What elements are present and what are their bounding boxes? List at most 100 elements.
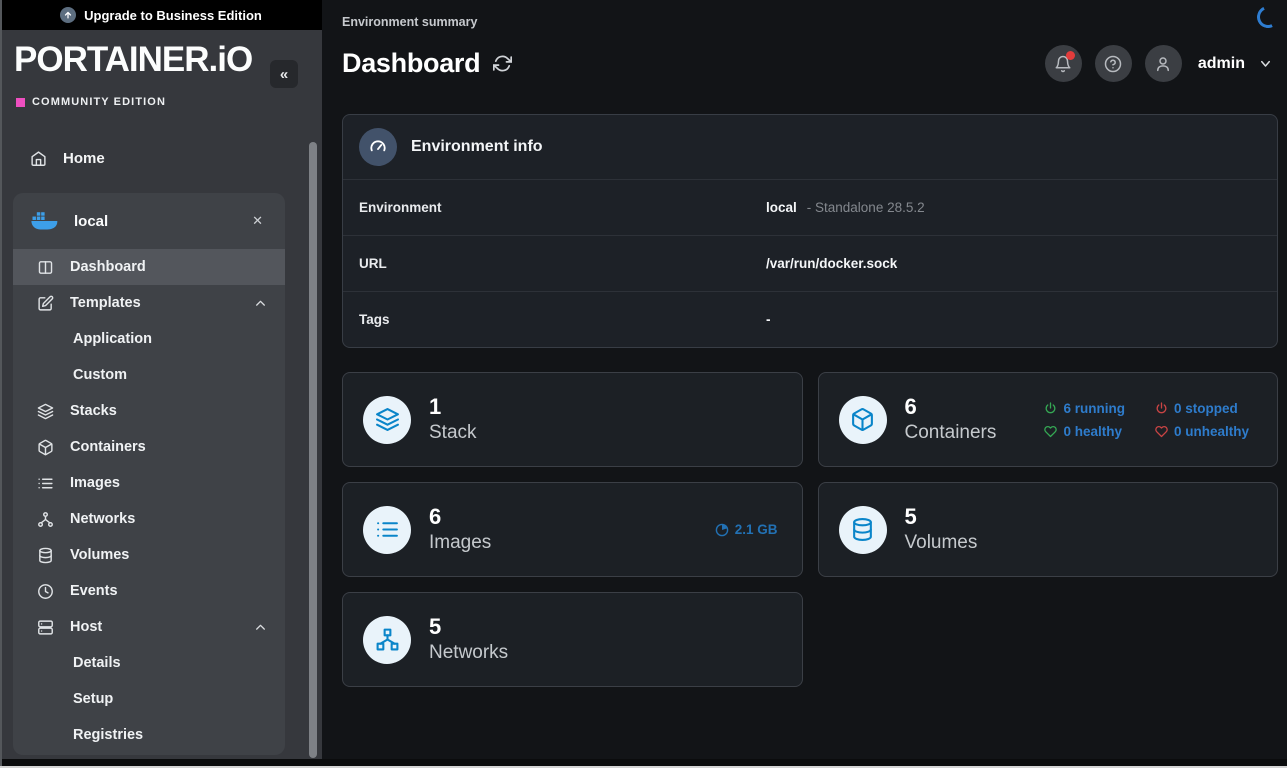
upgrade-label: Upgrade to Business Edition — [84, 8, 262, 23]
stack-card[interactable]: 1 Stack — [342, 372, 803, 467]
sidebar-item-details[interactable]: Details — [13, 645, 285, 681]
volumes-count: 5 — [905, 504, 978, 530]
notification-dot — [1066, 51, 1075, 60]
edition-badge: COMMUNITY EDITION — [16, 96, 166, 108]
breadcrumb: Environment summary — [342, 15, 477, 29]
list-icon — [363, 506, 411, 554]
upgrade-banner[interactable]: Upgrade to Business Edition — [0, 0, 322, 30]
refresh-button[interactable] — [493, 54, 512, 73]
sidebar-item-label: Application — [73, 331, 267, 347]
network-tree-icon — [363, 616, 411, 664]
running-label: 6 running — [1063, 401, 1125, 416]
sidebar-item-setup[interactable]: Setup — [13, 681, 285, 717]
info-value: - — [766, 312, 771, 327]
chevron-up-icon[interactable] — [254, 621, 267, 634]
volumes-card[interactable]: 5 Volumes — [818, 482, 1279, 577]
sidebar-item-label: Events — [70, 583, 267, 599]
sidebar-item-networks[interactable]: Networks — [13, 501, 285, 537]
layers-icon — [37, 403, 54, 420]
sidebar-collapse-button[interactable]: « — [270, 60, 298, 88]
sidebar-item-containers[interactable]: Containers — [13, 429, 285, 465]
sidebar-item-application[interactable]: Application — [13, 321, 285, 357]
sidebar: Upgrade to Business Edition PORTAINER.iO… — [0, 0, 322, 768]
database-icon — [839, 506, 887, 554]
user-menu-button[interactable] — [1145, 45, 1182, 82]
user-icon — [1154, 55, 1172, 73]
info-label: Tags — [359, 312, 766, 327]
refresh-icon — [493, 54, 512, 73]
pie-chart-icon — [715, 523, 729, 537]
sidebar-item-label: Templates — [70, 295, 238, 311]
sidebar-item-templates[interactable]: Templates — [13, 285, 285, 321]
power-icon — [1155, 402, 1168, 415]
sidebar-item-home[interactable]: Home — [0, 140, 322, 176]
heart-icon — [1044, 425, 1057, 438]
close-environment-icon[interactable]: ✕ — [248, 211, 267, 231]
networks-card[interactable]: 5 Networks — [342, 592, 803, 687]
sidebar-item-registries[interactable]: Registries — [13, 717, 285, 753]
images-count: 6 — [429, 504, 491, 530]
help-icon — [1104, 55, 1122, 73]
sidebar-item-label: Host — [70, 619, 238, 635]
sidebar-item-events[interactable]: Events — [13, 573, 285, 609]
sidebar-item-label: Stacks — [70, 403, 267, 419]
cube-icon — [839, 396, 887, 444]
notifications-button[interactable] — [1045, 45, 1082, 82]
sidebar-item-label: Dashboard — [70, 259, 267, 275]
main-content: Environment summary Dashboard admin Envi… — [322, 0, 1287, 768]
images-size-label: 2.1 GB — [735, 522, 778, 537]
running-status[interactable]: 6 running — [1044, 401, 1125, 416]
sidebar-scrollbar[interactable] — [309, 142, 317, 758]
info-row-tags: Tags - — [343, 291, 1277, 347]
sidebar-item-label: Images — [70, 475, 267, 491]
username-label[interactable]: admin — [1198, 55, 1245, 73]
containers-card[interactable]: 6 Containers 6 running 0 healthy 0 stopp… — [818, 372, 1279, 467]
edition-label: COMMUNITY EDITION — [32, 96, 166, 108]
environment-section: local ✕ Dashboard Templates Application … — [13, 193, 285, 755]
chevron-down-icon[interactable] — [1258, 56, 1273, 71]
sidebar-item-volumes[interactable]: Volumes — [13, 537, 285, 573]
environment-info-widget: Environment info Environment local - Sta… — [342, 114, 1278, 348]
sidebar-item-label: Details — [73, 655, 267, 671]
healthy-label: 0 healthy — [1063, 424, 1122, 439]
page-title: Dashboard — [342, 48, 480, 79]
clock-icon — [37, 583, 54, 600]
sidebar-item-images[interactable]: Images — [13, 465, 285, 501]
network-icon — [37, 511, 54, 528]
stack-label: Stack — [429, 421, 477, 445]
info-label: URL — [359, 256, 766, 271]
home-icon — [30, 150, 47, 167]
cube-icon — [37, 439, 54, 456]
portainer-logo: PORTAINER.iO — [14, 40, 252, 80]
window-frame-bottom — [0, 759, 1287, 766]
sidebar-item-dashboard[interactable]: Dashboard — [13, 249, 285, 285]
sidebar-item-host[interactable]: Host — [13, 609, 285, 645]
sidebar-item-custom[interactable]: Custom — [13, 357, 285, 393]
healthy-status[interactable]: 0 healthy — [1044, 424, 1125, 439]
sidebar-item-label: Home — [63, 150, 105, 167]
stopped-status[interactable]: 0 stopped — [1155, 401, 1249, 416]
containers-label: Containers — [905, 421, 997, 445]
edition-square-icon — [16, 98, 25, 107]
chevron-up-icon[interactable] — [254, 297, 267, 310]
unhealthy-status[interactable]: 0 unhealthy — [1155, 424, 1249, 439]
info-value-secondary: - Standalone 28.5.2 — [807, 200, 925, 215]
window-frame-left — [0, 0, 2, 768]
power-icon — [1044, 402, 1057, 415]
images-size-badge: 2.1 GB — [715, 522, 778, 537]
environment-header[interactable]: local ✕ — [13, 193, 285, 249]
volumes-label: Volumes — [905, 531, 978, 555]
networks-label: Networks — [429, 641, 508, 665]
sidebar-item-stacks[interactable]: Stacks — [13, 393, 285, 429]
sidebar-item-label: Networks — [70, 511, 267, 527]
images-card[interactable]: 6 Images 2.1 GB — [342, 482, 803, 577]
info-row-environment: Environment local - Standalone 28.5.2 — [343, 179, 1277, 235]
stack-count: 1 — [429, 394, 477, 420]
sidebar-item-label: Volumes — [70, 547, 267, 563]
help-button[interactable] — [1095, 45, 1132, 82]
sidebar-item-label: Setup — [73, 691, 267, 707]
sidebar-item-label: Containers — [70, 439, 267, 455]
sidebar-item-label: Registries — [73, 727, 267, 743]
unhealthy-label: 0 unhealthy — [1174, 424, 1249, 439]
server-icon — [37, 619, 54, 636]
